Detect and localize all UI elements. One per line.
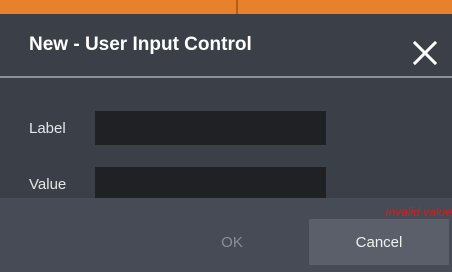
label-input[interactable] — [95, 111, 326, 145]
cancel-button[interactable]: Cancel — [309, 219, 449, 265]
close-button[interactable] — [410, 38, 440, 68]
dialog-body: Label Value — [0, 78, 452, 201]
validation-error: Invalid value — [385, 205, 452, 219]
close-icon — [412, 40, 438, 66]
accent-notch — [236, 0, 238, 14]
value-field-label: Value — [29, 176, 67, 193]
accent-bar — [0, 0, 452, 14]
label-field-label: Label — [29, 120, 66, 137]
dialog-titlebar: New - User Input Control — [0, 14, 452, 76]
ok-button[interactable]: OK — [162, 219, 302, 265]
user-input-control-dialog: New - User Input Control Label Value Inv… — [0, 14, 452, 272]
dialog-title: New - User Input Control — [29, 34, 252, 55]
dialog-footer: Invalid value OK Cancel — [0, 198, 452, 272]
value-input[interactable] — [95, 167, 326, 201]
